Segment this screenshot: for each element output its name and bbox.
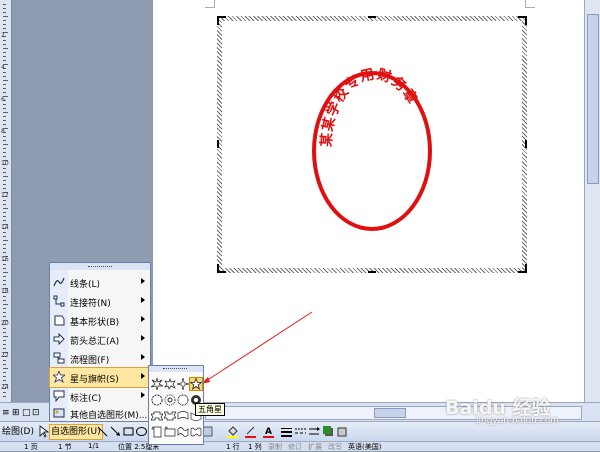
- menu-drag-handle[interactable]: [50, 263, 150, 270]
- autoshapes-button[interactable]: 自选图形(U): [49, 424, 103, 440]
- twenty-four-point-star-icon[interactable]: [177, 394, 189, 406]
- ribbon-down-icon[interactable]: [164, 410, 176, 422]
- menu-item-more-autoshapes[interactable]: 其他自选图形(M)...: [50, 406, 150, 421]
- submenu-arrow-icon: [141, 297, 145, 303]
- status-page: 1 页: [24, 443, 38, 451]
- double-wave-icon[interactable]: [190, 426, 202, 438]
- menu-item-block-arrows[interactable]: 箭头总汇(A): [50, 330, 150, 349]
- submenu-arrow-icon: [141, 335, 145, 341]
- basic-shapes-icon: [53, 314, 65, 326]
- line-style-icon[interactable]: [280, 425, 293, 438]
- font-color-icon[interactable]: A: [262, 425, 275, 438]
- menu-item-callouts[interactable]: 标注(C): [50, 387, 150, 406]
- explosion2-shape-icon[interactable]: [164, 378, 176, 390]
- shadow-style-icon[interactable]: [322, 425, 335, 438]
- more-autoshapes-icon: [53, 407, 65, 419]
- submenu-arrow-icon: [141, 354, 145, 360]
- status-line: 1 行: [226, 443, 240, 451]
- menu-item-label: 流程图(F): [70, 356, 110, 366]
- menu-item-label: 星与旗帜(S): [70, 375, 119, 385]
- sixteen-point-star-icon[interactable]: [164, 394, 176, 406]
- five-point-star-icon[interactable]: [189, 377, 203, 391]
- block-arrows-icon: [53, 332, 65, 346]
- ribbon-up-icon[interactable]: [151, 410, 163, 422]
- svg-text:A: A: [265, 427, 272, 437]
- lines-icon: [53, 276, 65, 288]
- view-outline-button[interactable]: ⊡: [32, 406, 40, 420]
- connectors-icon: [53, 295, 65, 307]
- menu-item-connectors[interactable]: 连接符(N): [50, 292, 150, 311]
- status-mode-track[interactable]: 修订: [288, 442, 302, 452]
- flowchart-icon: [53, 352, 65, 364]
- menu-item-flowchart[interactable]: 流程图(F): [50, 349, 150, 368]
- rectangle-tool-icon[interactable]: [122, 425, 135, 438]
- menu-item-label: 标注(C): [70, 394, 102, 404]
- menu-item-label: 其他自选图形(M)...: [70, 411, 148, 421]
- status-column: 1 列: [248, 443, 262, 451]
- eight-point-star-icon[interactable]: [151, 394, 163, 406]
- submenu-arrow-icon: [141, 278, 145, 284]
- view-normal-button[interactable]: ≡: [2, 406, 10, 420]
- view-web-button[interactable]: ⊞: [12, 406, 20, 420]
- stars-banners-icon: [51, 369, 67, 383]
- explosion1-shape-icon[interactable]: [151, 378, 163, 390]
- menu-item-label: 连接符(N): [70, 299, 111, 309]
- horizontal-scroll-thumb[interactable]: [374, 408, 406, 418]
- arrow-style-icon[interactable]: [308, 425, 321, 438]
- status-pages: 1/1: [88, 442, 100, 450]
- status-mode-extend[interactable]: 扩展: [308, 442, 322, 452]
- menu-item-label: 箭头总汇(A): [70, 337, 120, 347]
- menu-item-label: 线条(L): [70, 280, 101, 290]
- dash-style-icon[interactable]: [294, 425, 307, 438]
- curved-ribbon-up-icon[interactable]: [177, 410, 189, 422]
- view-print-button[interactable]: □: [22, 406, 31, 420]
- submenu-arrow-icon: [141, 373, 145, 379]
- watermark-url: jingyan.baidu.com: [476, 416, 560, 426]
- line-color-icon[interactable]: [244, 425, 257, 438]
- status-mode-record[interactable]: 录制: [268, 442, 282, 452]
- menu-item-lines[interactable]: 线条(L): [50, 273, 150, 292]
- tooltip: 五角星: [195, 403, 225, 416]
- fill-color-icon[interactable]: [226, 425, 239, 438]
- status-section: 1 节: [58, 443, 72, 451]
- menu-item-label: 基本形状(B): [70, 318, 120, 328]
- status-mode-overtype[interactable]: 改写: [328, 442, 342, 452]
- menu-item-basic-shapes[interactable]: 基本形状(B): [50, 311, 150, 330]
- wave-icon[interactable]: [177, 426, 189, 438]
- vertical-scroll-icon[interactable]: [151, 426, 163, 438]
- submenu-drag-handle[interactable]: [149, 366, 203, 372]
- oval-tool-icon[interactable]: [135, 425, 148, 438]
- horizontal-scroll-icon[interactable]: [164, 426, 176, 438]
- four-point-star-icon[interactable]: [177, 378, 189, 390]
- menu-item-stars-banners[interactable]: 星与旗帜(S): [49, 367, 151, 388]
- draw-menu-button[interactable]: 绘图(D): [2, 425, 34, 439]
- status-language: 英语(美国): [348, 443, 382, 451]
- arrow-tool-icon[interactable]: [109, 425, 122, 438]
- submenu-arrow-icon: [141, 392, 145, 398]
- 3d-style-icon[interactable]: [336, 425, 349, 438]
- submenu-arrow-icon: [141, 316, 145, 322]
- select-objects-icon[interactable]: [37, 425, 50, 438]
- line-tool-icon[interactable]: [96, 425, 109, 438]
- callouts-icon: [53, 390, 65, 403]
- autoshapes-menu: 线条(L) 连接符(N) 基本形状(B) 箭头总汇(A) 流程图(F) 星与旗帜…: [49, 262, 151, 422]
